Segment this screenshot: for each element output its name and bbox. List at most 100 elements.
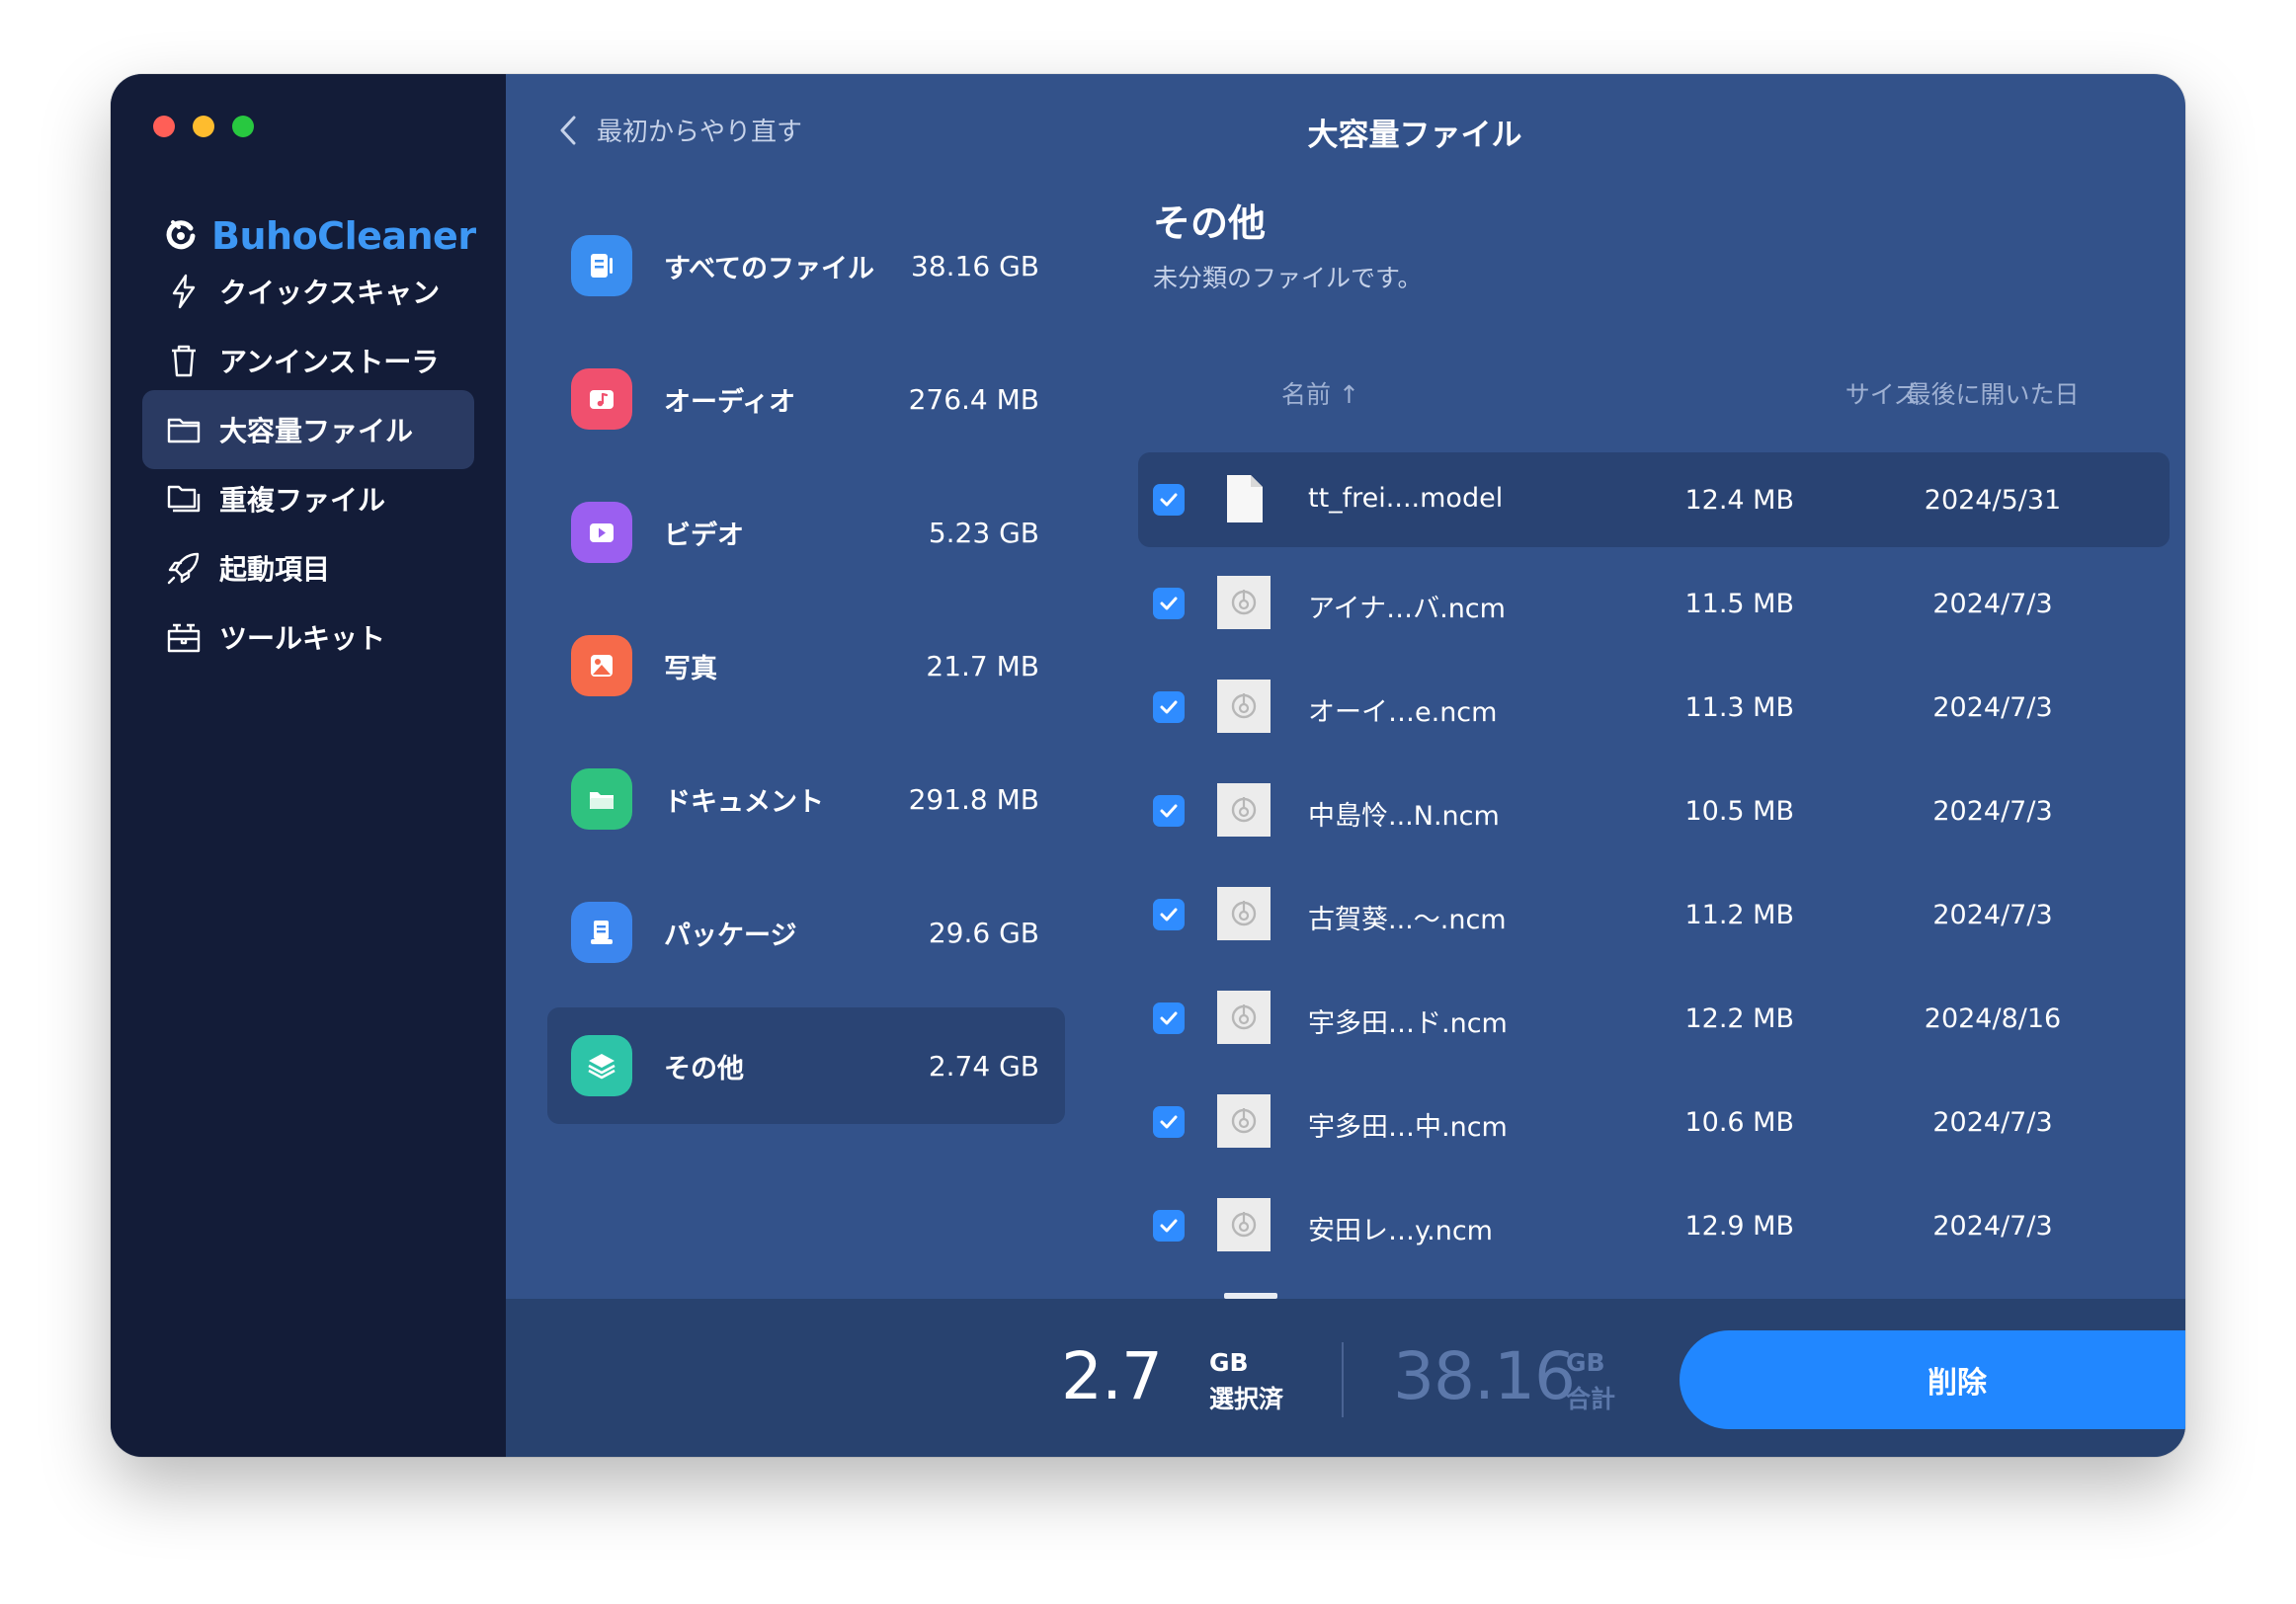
- file-name: オーイ…e.ncm: [1308, 697, 1498, 728]
- app-window: BuhoCleaner クイックスキャン アンインストーラ 大容量ファイル 重複: [111, 74, 2185, 1457]
- zoom-window-button[interactable]: [232, 116, 254, 137]
- file-name: 宇多田…中.ncm: [1308, 1112, 1508, 1143]
- document-folder-icon: [571, 768, 632, 830]
- table-row[interactable]: 中島怜...N.ncm 10.5 MB 2024/7/3: [1138, 763, 2170, 858]
- page-title: 大容量ファイル: [1307, 118, 1522, 153]
- category-label: その他: [664, 1053, 744, 1084]
- package-icon: [571, 902, 632, 963]
- category-size: 38.16 GB: [911, 249, 1039, 282]
- category-video[interactable]: ビデオ 5.23 GB: [547, 474, 1065, 591]
- file-name: 宇多田…ド.ncm: [1308, 1008, 1508, 1039]
- music-file-icon: [1217, 991, 1271, 1044]
- file-size: 10.5 MB: [1684, 796, 1794, 827]
- file-date: 2024/7/3: [1932, 900, 2053, 930]
- category-all-files[interactable]: すべてのファイル 38.16 GB: [547, 207, 1065, 324]
- category-label: すべてのファイル: [664, 253, 875, 284]
- folder-icon: [167, 418, 201, 443]
- table-row[interactable]: 安田レ…y.ncm 12.9 MB 2024/7/3: [1138, 1178, 2170, 1273]
- table-row[interactable]: 宇多田…ド.ncm 12.2 MB 2024/8/16: [1138, 971, 2170, 1066]
- total-size-unit: GB: [1566, 1348, 1605, 1377]
- sidebar-item-quick-scan[interactable]: クイックスキャン: [142, 252, 474, 331]
- file-date: 2024/5/31: [1924, 485, 2062, 516]
- photo-icon: [571, 635, 632, 696]
- total-size-value: 38.16: [1393, 1338, 1576, 1414]
- checkmark-icon: [1160, 804, 1178, 818]
- music-file-icon: [1217, 680, 1271, 733]
- file-date: 2024/7/3: [1932, 1211, 2053, 1242]
- minimize-window-button[interactable]: [193, 116, 214, 137]
- layers-icon: [571, 1035, 632, 1096]
- video-play-icon: [571, 502, 632, 563]
- row-checkbox[interactable]: [1153, 795, 1185, 827]
- sidebar-item-label: クイックスキャン: [219, 277, 441, 309]
- category-size: 291.8 MB: [908, 782, 1039, 816]
- start-over-button[interactable]: 最初からやり直す: [555, 112, 802, 148]
- category-other[interactable]: その他 2.74 GB: [547, 1007, 1065, 1124]
- trash-icon: [172, 345, 196, 377]
- rocket-icon: [167, 552, 200, 585]
- sidebar-item-label: 重複ファイル: [219, 484, 386, 517]
- category-documents[interactable]: ドキュメント 291.8 MB: [547, 741, 1065, 857]
- row-checkbox[interactable]: [1153, 899, 1185, 930]
- checkmark-icon: [1160, 1011, 1178, 1025]
- column-header-last-opened[interactable]: 最後に開いた日: [1869, 375, 2116, 411]
- table-row[interactable]: 古賀葵...〜.ncm 11.2 MB 2024/7/3: [1138, 867, 2170, 962]
- category-audio[interactable]: オーディオ 276.4 MB: [547, 341, 1065, 457]
- selected-size-unit: GB: [1209, 1348, 1249, 1377]
- section-title: その他: [1153, 201, 1267, 245]
- file-size: 12.2 MB: [1684, 1003, 1794, 1034]
- footer-divider: [1342, 1342, 1344, 1417]
- duplicate-folder-icon: [167, 485, 201, 513]
- category-photos[interactable]: 写真 21.7 MB: [547, 607, 1065, 724]
- column-header-name[interactable]: 名前 ↑: [1281, 375, 1359, 411]
- music-file-icon: [1217, 1198, 1271, 1251]
- music-file-icon: [1217, 1094, 1271, 1148]
- delete-button[interactable]: 削除: [1680, 1330, 2185, 1429]
- buhocleaner-logo-icon: [166, 220, 196, 250]
- close-window-button[interactable]: [153, 116, 175, 137]
- table-row[interactable]: tt_frei....model 12.4 MB 2024/5/31: [1138, 452, 2170, 547]
- footer-bar: 2.7 GB 選択済 38.16 GB 合計 削除: [506, 1299, 2185, 1457]
- category-label: 写真: [664, 653, 717, 684]
- category-size: 276.4 MB: [908, 382, 1039, 416]
- table-row[interactable]: オーイ…e.ncm 11.3 MB 2024/7/3: [1138, 660, 2170, 755]
- row-checkbox[interactable]: [1153, 588, 1185, 619]
- row-checkbox[interactable]: [1153, 484, 1185, 516]
- file-size: 11.5 MB: [1684, 589, 1794, 619]
- start-over-label: 最初からやり直す: [597, 118, 803, 147]
- document-file-icon: [1227, 475, 1263, 522]
- file-date: 2024/7/3: [1932, 796, 2053, 827]
- table-row[interactable]: 宇多田…中.ncm 10.6 MB 2024/7/3: [1138, 1075, 2170, 1169]
- sidebar-item-large-files[interactable]: 大容量ファイル: [142, 390, 474, 469]
- sidebar-item-toolkit[interactable]: ツールキット: [142, 598, 474, 677]
- sidebar-item-duplicate-files[interactable]: 重複ファイル: [142, 459, 474, 538]
- section-description: 未分類のファイルです。: [1153, 264, 1423, 292]
- sidebar-item-uninstaller[interactable]: アンインストーラ: [142, 321, 474, 400]
- all-files-icon: [571, 235, 632, 296]
- row-checkbox[interactable]: [1153, 691, 1185, 723]
- category-label: ドキュメント: [664, 786, 824, 818]
- category-size: 21.7 MB: [926, 649, 1039, 682]
- selected-size-label: 選択済: [1209, 1385, 1284, 1413]
- category-label: オーディオ: [664, 386, 796, 418]
- sidebar-item-startup-items[interactable]: 起動項目: [142, 528, 474, 607]
- toolbox-icon: [167, 623, 201, 653]
- file-size: 12.4 MB: [1684, 485, 1794, 516]
- sidebar: BuhoCleaner クイックスキャン アンインストーラ 大容量ファイル 重複: [111, 74, 506, 1457]
- file-name: tt_frei....model: [1308, 483, 1504, 514]
- file-size: 10.6 MB: [1684, 1107, 1794, 1138]
- row-checkbox[interactable]: [1153, 1210, 1185, 1242]
- file-size: 12.9 MB: [1684, 1211, 1794, 1242]
- lightning-icon: [172, 274, 196, 309]
- table-row[interactable]: アイナ…バ.ncm 11.5 MB 2024/7/3: [1138, 556, 2170, 651]
- file-name: 古賀葵...〜.ncm: [1308, 905, 1507, 935]
- category-label: ビデオ: [664, 520, 744, 551]
- category-packages[interactable]: パッケージ 29.6 GB: [547, 874, 1065, 991]
- selected-size-value: 2.7: [1061, 1338, 1163, 1414]
- row-checkbox[interactable]: [1153, 1002, 1185, 1034]
- file-date: 2024/7/3: [1932, 692, 2053, 723]
- checkmark-icon: [1160, 1115, 1178, 1129]
- row-checkbox[interactable]: [1153, 1106, 1185, 1138]
- file-name: アイナ…バ.ncm: [1308, 594, 1506, 624]
- category-label: パッケージ: [664, 920, 797, 951]
